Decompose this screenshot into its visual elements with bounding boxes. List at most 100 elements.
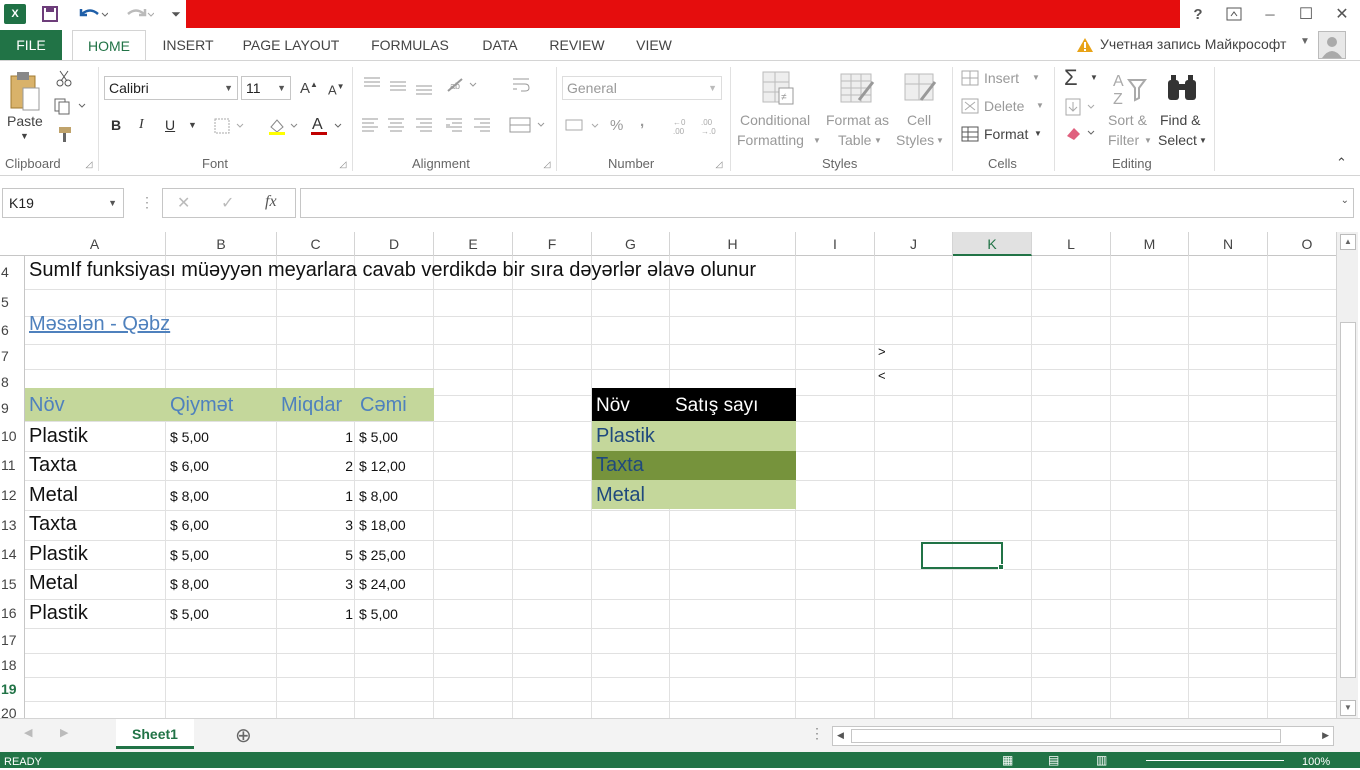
formula-input[interactable]: ⌄ — [300, 188, 1354, 218]
tab-view[interactable]: VIEW — [626, 30, 682, 60]
borders-icon[interactable] — [212, 115, 248, 137]
table-cell[interactable]: $ 5,00 — [359, 429, 398, 445]
customize-qat-icon[interactable]: ⏷ — [170, 3, 182, 25]
format-dropdown-icon[interactable]: ▼ — [1034, 129, 1042, 138]
new-sheet-button[interactable]: ⊕ — [235, 723, 252, 748]
delete-cells-label[interactable]: Delete — [984, 98, 1024, 114]
number-format-select[interactable]: General ▼ — [562, 76, 722, 100]
table-cell[interactable]: Plastik — [29, 425, 88, 448]
close-button[interactable]: ✕ — [1330, 3, 1354, 25]
row-header-17[interactable]: 17 — [0, 628, 24, 653]
row-header-10[interactable]: 10 — [0, 421, 24, 451]
header-qiymet[interactable]: Qiymət — [170, 394, 233, 417]
row-header-16[interactable]: 16 — [0, 599, 24, 628]
row-header-4[interactable]: 4 — [0, 256, 24, 289]
format-as-table-dropdown-icon[interactable]: ▼ — [874, 136, 882, 145]
undo-icon[interactable] — [76, 3, 110, 25]
bold-button[interactable]: B — [111, 117, 121, 133]
copy-icon[interactable] — [52, 95, 88, 117]
table-cell[interactable]: $ 8,00 — [170, 576, 209, 592]
paste-icon[interactable] — [6, 69, 44, 113]
table-cell[interactable]: $ 8,00 — [359, 488, 398, 504]
name-box[interactable]: K19 ▼ — [2, 188, 124, 218]
autosum-dropdown-icon[interactable]: ▼ — [1090, 73, 1098, 82]
conditional-dropdown-icon[interactable]: ▼ — [813, 136, 821, 145]
delete-cells-icon[interactable] — [960, 97, 980, 115]
account-dropdown-icon[interactable]: ▼ — [1300, 36, 1310, 47]
row-header-6[interactable]: 6 — [0, 316, 24, 344]
cut-icon[interactable] — [52, 67, 76, 89]
font-launcher-icon[interactable]: ◿ — [338, 159, 348, 169]
font-color-icon[interactable]: A — [308, 113, 344, 139]
column-header-m[interactable]: M — [1111, 232, 1189, 256]
column-header-e[interactable]: E — [434, 232, 513, 256]
table-cell[interactable]: $ 18,00 — [359, 517, 406, 533]
table-cell[interactable]: 1 — [277, 429, 353, 445]
format-painter-icon[interactable] — [52, 123, 76, 145]
underline-dropdown-icon[interactable]: ▼ — [188, 120, 197, 130]
row-header-15[interactable]: 15 — [0, 569, 24, 599]
table-cell[interactable]: $ 5,00 — [170, 606, 209, 622]
merge-center-icon[interactable] — [508, 113, 548, 137]
cell-styles-label1[interactable]: Cell — [907, 112, 931, 128]
table-cell[interactable]: $ 5,00 — [170, 429, 209, 445]
table-cell[interactable]: $ 5,00 — [170, 547, 209, 563]
header-miqdar[interactable]: Miqdar — [281, 394, 342, 417]
insert-cells-icon[interactable] — [960, 69, 980, 87]
orientation-icon[interactable]: ab — [444, 73, 480, 97]
italic-button[interactable]: I — [139, 117, 144, 133]
column-header-g[interactable]: G — [592, 232, 670, 256]
cell-a4[interactable]: SumIf funksiyası müəyyən meyarlara cavab… — [29, 259, 756, 282]
insert-cells-label[interactable]: Insert — [984, 70, 1019, 86]
table-cell[interactable]: Taxta — [29, 513, 77, 536]
row-header-7[interactable]: 7 — [0, 344, 24, 369]
table-cell[interactable]: Plastik — [29, 602, 88, 625]
minimize-button[interactable]: ─ — [1258, 3, 1282, 25]
sort-filter-label1[interactable]: Sort & — [1108, 112, 1147, 128]
find-select-dropdown-icon[interactable]: ▼ — [1199, 136, 1207, 145]
grow-font-icon[interactable]: A▲ — [300, 80, 318, 97]
row-header-19[interactable]: 19 — [0, 677, 24, 701]
avatar[interactable] — [1318, 31, 1346, 59]
table-cell[interactable]: $ 12,00 — [359, 458, 406, 474]
sheet-nav-next-icon[interactable]: ▶ — [60, 726, 68, 739]
summary-row-taxta[interactable]: Taxta — [596, 454, 644, 477]
scroll-left-icon[interactable]: ◀ — [837, 730, 844, 741]
page-layout-view-icon[interactable]: ▤ — [1048, 752, 1059, 768]
tab-formulas[interactable]: FORMULAS — [362, 30, 458, 60]
column-header-o[interactable]: O — [1268, 232, 1336, 256]
tab-insert[interactable]: INSERT — [154, 30, 222, 60]
zoom-slider[interactable] — [1146, 760, 1284, 761]
table-cell[interactable]: $ 6,00 — [170, 458, 209, 474]
find-select-label2[interactable]: Select — [1158, 132, 1197, 148]
header-nov[interactable]: Növ — [29, 394, 65, 417]
summary-header-satis[interactable]: Satış sayı — [675, 395, 758, 417]
vertical-scrollbar[interactable]: ▲ ▼ — [1336, 232, 1358, 718]
column-header-c[interactable]: C — [277, 232, 355, 256]
horizontal-scroll-thumb[interactable] — [851, 729, 1281, 743]
ribbon-display-icon[interactable] — [1222, 3, 1246, 25]
tab-review[interactable]: REVIEW — [542, 30, 612, 60]
wrap-text-icon[interactable] — [510, 73, 534, 97]
shrink-font-icon[interactable]: A▼ — [328, 82, 345, 97]
cell-styles-dropdown-icon[interactable]: ▼ — [936, 136, 944, 145]
format-as-table-label2[interactable]: Table — [838, 132, 871, 148]
sort-filter-dropdown-icon[interactable]: ▼ — [1144, 136, 1152, 145]
table-cell[interactable]: $ 24,00 — [359, 576, 406, 592]
tab-data[interactable]: DATA — [472, 30, 528, 60]
table-cell[interactable]: Metal — [29, 484, 78, 507]
alignment-launcher-icon[interactable]: ◿ — [542, 159, 552, 169]
decrease-decimal-icon[interactable]: .00 →.0 — [698, 115, 724, 137]
horizontal-align-icons[interactable] — [360, 113, 500, 137]
row-header-11[interactable]: 11 — [0, 451, 24, 480]
underline-button[interactable]: U — [165, 117, 175, 133]
insert-dropdown-icon[interactable]: ▼ — [1032, 73, 1040, 82]
clear-icon[interactable] — [1064, 123, 1098, 143]
collapse-ribbon-icon[interactable]: ⌃ — [1336, 155, 1347, 171]
table-cell[interactable]: $ 5,00 — [359, 606, 398, 622]
column-header-l[interactable]: L — [1032, 232, 1111, 256]
column-header-j[interactable]: J — [875, 232, 953, 256]
table-cell[interactable]: 3 — [277, 576, 353, 592]
cancel-entry-icon[interactable]: ✕ — [177, 193, 190, 213]
page-break-view-icon[interactable]: ▥ — [1096, 752, 1107, 768]
